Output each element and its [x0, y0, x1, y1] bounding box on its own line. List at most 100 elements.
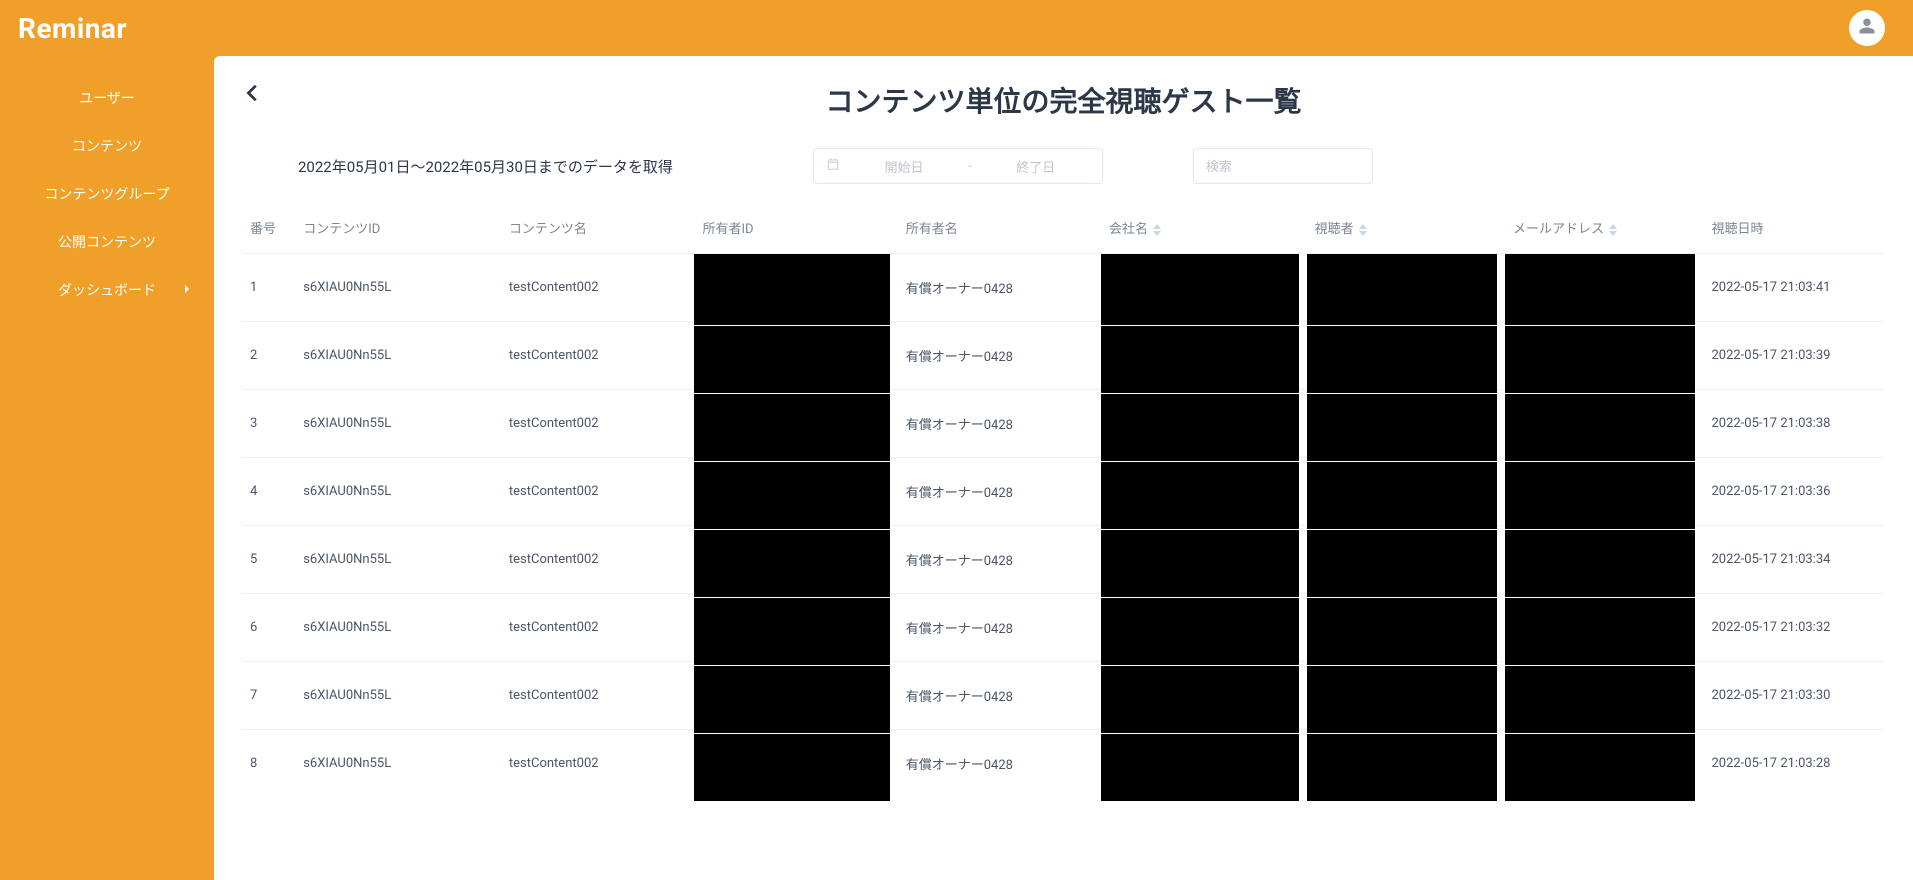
cell-owner-id [694, 730, 897, 798]
sidebar-item-public-contents[interactable]: 公開コンテンツ [0, 218, 214, 266]
cell-email [1505, 390, 1703, 458]
cell-content-name: testContent002 [501, 730, 695, 798]
calendar-icon [826, 157, 840, 175]
sidebar-item-content-group[interactable]: コンテンツグループ [0, 170, 214, 218]
cell-viewer [1307, 526, 1505, 594]
cell-content-id: s6XIAU0Nn55L [295, 390, 501, 458]
sidebar-item-label: コンテンツ [72, 139, 142, 155]
sort-icon [1609, 224, 1617, 236]
redacted-block [1307, 254, 1497, 325]
redacted-block [1307, 462, 1497, 529]
cell-num: 6 [242, 594, 295, 662]
col-header-owner-name: 所有者名 [898, 208, 1101, 254]
sidebar-item-label: ユーザー [79, 91, 135, 107]
redacted-block [1307, 530, 1497, 597]
date-separator: - [968, 159, 972, 174]
col-header-email[interactable]: メールアドレス [1505, 208, 1703, 254]
date-end-placeholder: 終了日 [982, 157, 1090, 176]
redacted-block [694, 394, 889, 461]
cell-content-name: testContent002 [501, 390, 695, 458]
back-button[interactable] [242, 82, 264, 108]
cell-viewer [1307, 254, 1505, 322]
cell-company [1101, 390, 1307, 458]
col-header-viewer[interactable]: 視聴者 [1307, 208, 1505, 254]
cell-num: 5 [242, 526, 295, 594]
table-row: 1s6XIAU0Nn55LtestContent002有償オーナー0428202… [242, 254, 1885, 322]
redacted-block [1505, 734, 1695, 801]
sidebar: ユーザー コンテンツ コンテンツグループ 公開コンテンツ ダッシュボード [0, 56, 214, 880]
date-range-picker[interactable]: 開始日 - 終了日 [813, 148, 1103, 184]
main-panel: コンテンツ単位の完全視聴ゲスト一覧 2022年05月01日～2022年05月30… [214, 56, 1913, 880]
redacted-block [1505, 394, 1695, 461]
redacted-block [694, 530, 889, 597]
cell-owner-id [694, 594, 897, 662]
cell-num: 2 [242, 322, 295, 390]
redacted-block [1101, 734, 1299, 801]
cell-viewer [1307, 458, 1505, 526]
user-icon [1858, 17, 1876, 39]
cell-view-datetime: 2022-05-17 21:03:34 [1703, 526, 1885, 594]
col-header-owner-id: 所有者ID [694, 208, 897, 254]
cell-company [1101, 322, 1307, 390]
cell-owner-id [694, 322, 897, 390]
cell-email [1505, 526, 1703, 594]
cell-company [1101, 458, 1307, 526]
cell-owner-name: 有償オーナー0428 [898, 526, 1101, 594]
cell-email [1505, 594, 1703, 662]
cell-owner-id [694, 458, 897, 526]
cell-company [1101, 254, 1307, 322]
page-title: コンテンツ単位の完全視聴ゲスト一覧 [825, 80, 1301, 120]
redacted-block [1505, 462, 1695, 529]
col-header-content-name: コンテンツ名 [501, 208, 695, 254]
cell-email [1505, 458, 1703, 526]
sidebar-item-dashboard[interactable]: ダッシュボード [0, 266, 214, 314]
col-header-view-datetime: 視聴日時 [1703, 208, 1885, 254]
user-avatar-button[interactable] [1849, 10, 1885, 46]
cell-owner-name: 有償オーナー0428 [898, 594, 1101, 662]
date-summary-text: 2022年05月01日～2022年05月30日までのデータを取得 [298, 156, 673, 177]
cell-content-id: s6XIAU0Nn55L [295, 526, 501, 594]
redacted-block [1505, 666, 1695, 733]
redacted-block [1101, 462, 1299, 529]
redacted-block [694, 666, 889, 733]
sidebar-item-label: ダッシュボード [58, 283, 156, 299]
table-header-row: 番号 コンテンツID コンテンツ名 所有者ID 所有者名 会社名 視聴者 [242, 208, 1885, 254]
sidebar-item-users[interactable]: ユーザー [0, 74, 214, 122]
redacted-block [1307, 734, 1497, 801]
cell-owner-id [694, 254, 897, 322]
cell-owner-name: 有償オーナー0428 [898, 662, 1101, 730]
cell-view-datetime: 2022-05-17 21:03:32 [1703, 594, 1885, 662]
cell-owner-name: 有償オーナー0428 [898, 322, 1101, 390]
redacted-block [1101, 598, 1299, 665]
search-box[interactable] [1193, 148, 1373, 184]
search-input[interactable] [1206, 149, 1360, 183]
cell-view-datetime: 2022-05-17 21:03:39 [1703, 322, 1885, 390]
redacted-block [1101, 394, 1299, 461]
redacted-block [694, 598, 889, 665]
col-header-num: 番号 [242, 208, 295, 254]
cell-content-name: testContent002 [501, 662, 695, 730]
cell-email [1505, 322, 1703, 390]
cell-viewer [1307, 730, 1505, 798]
table-row: 7s6XIAU0Nn55LtestContent002有償オーナー0428202… [242, 662, 1885, 730]
sidebar-item-contents[interactable]: コンテンツ [0, 122, 214, 170]
table-row: 4s6XIAU0Nn55LtestContent002有償オーナー0428202… [242, 458, 1885, 526]
cell-num: 3 [242, 390, 295, 458]
sidebar-item-label: 公開コンテンツ [58, 235, 156, 251]
cell-content-id: s6XIAU0Nn55L [295, 730, 501, 798]
chevron-right-icon [182, 282, 192, 298]
cell-email [1505, 730, 1703, 798]
redacted-block [1307, 326, 1497, 393]
redacted-block [1101, 326, 1299, 393]
cell-owner-name: 有償オーナー0428 [898, 458, 1101, 526]
redacted-block [1505, 530, 1695, 597]
cell-company [1101, 594, 1307, 662]
app-header: Reminar [0, 0, 1913, 56]
cell-view-datetime: 2022-05-17 21:03:38 [1703, 390, 1885, 458]
redacted-block [694, 462, 889, 529]
col-header-company[interactable]: 会社名 [1101, 208, 1307, 254]
redacted-block [1307, 666, 1497, 733]
cell-viewer [1307, 390, 1505, 458]
cell-email [1505, 662, 1703, 730]
cell-owner-id [694, 390, 897, 458]
